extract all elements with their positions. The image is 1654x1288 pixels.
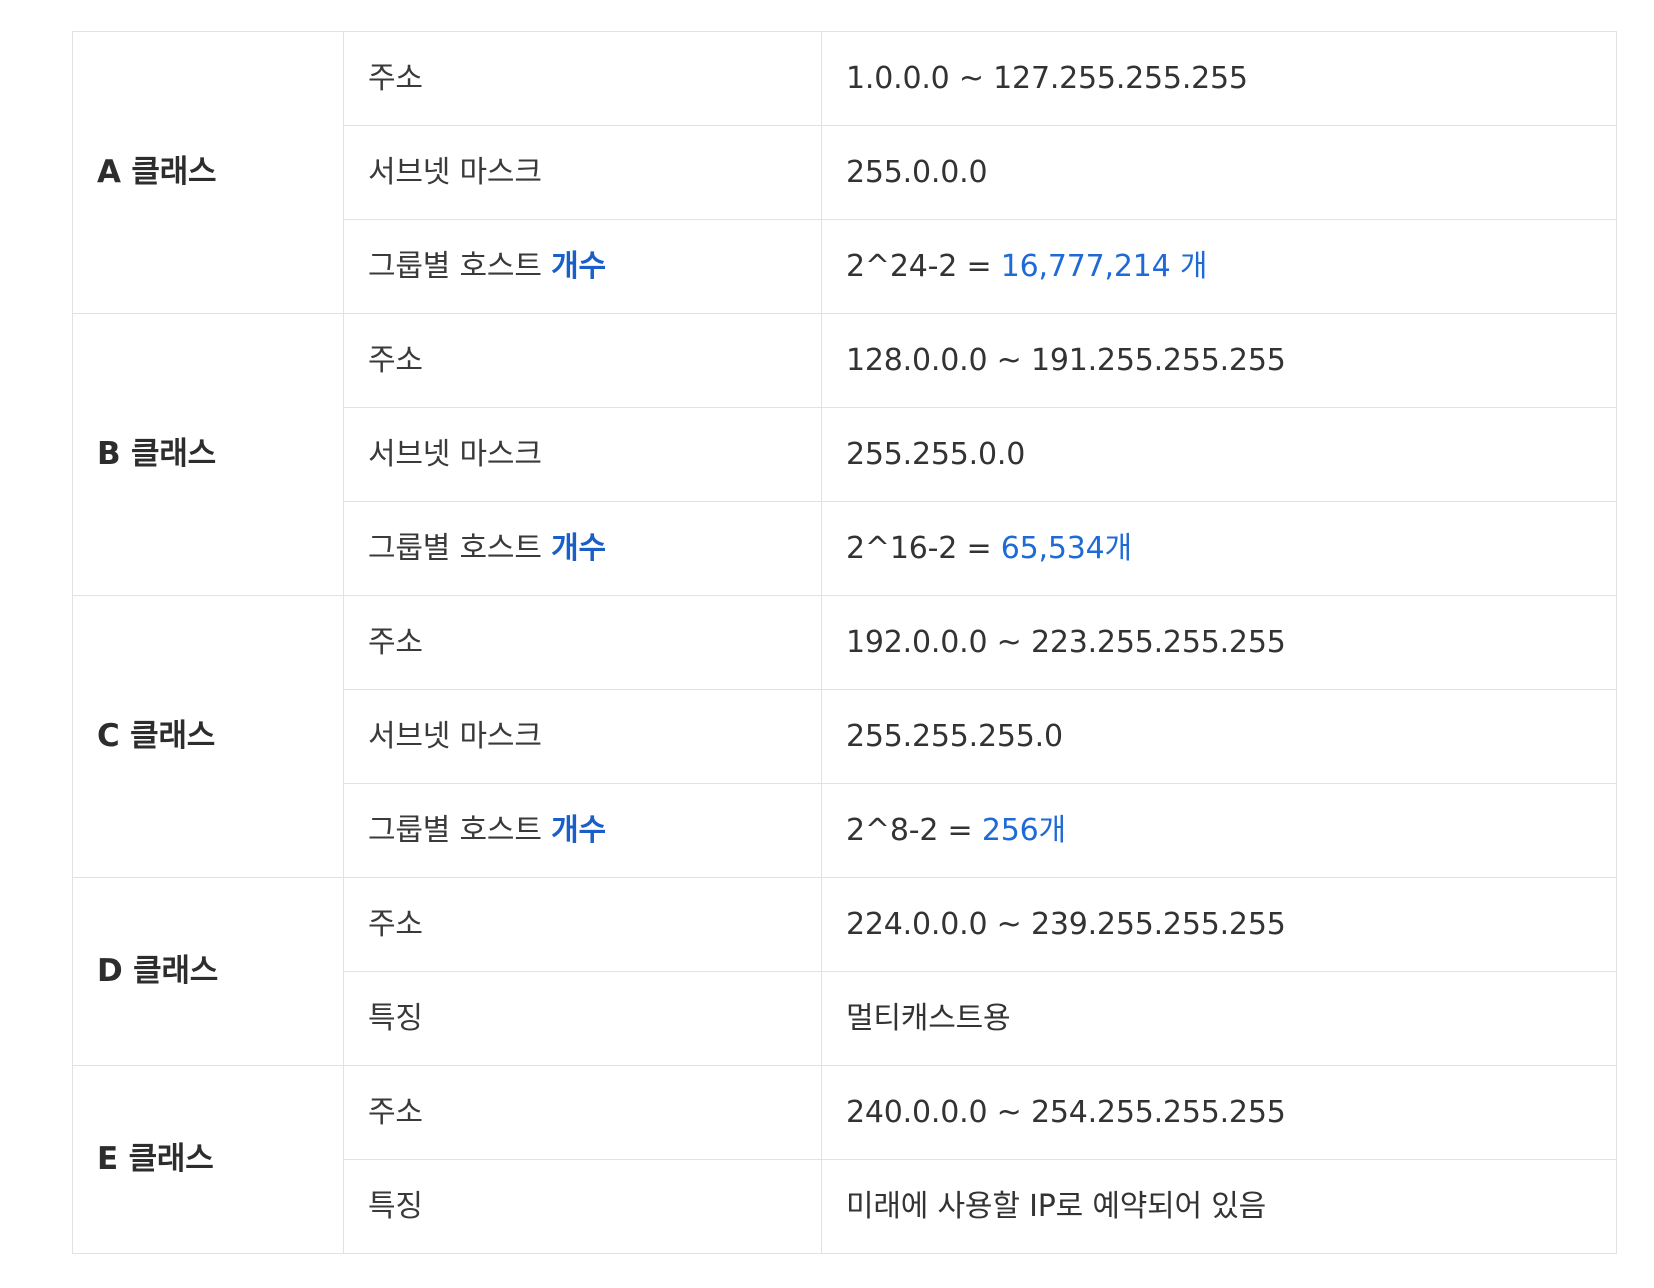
table-row: E 클래스 주소 240.0.0.0 ~ 254.255.255.255 <box>72 1065 1617 1254</box>
value-text: 2^24-2 = <box>846 248 1001 284</box>
row-value: 192.0.0.0 ~ 223.255.255.255 <box>821 595 1617 690</box>
table-row: D 클래스 주소 224.0.0.0 ~ 239.255.255.255 <box>72 877 1617 1066</box>
row-value: 255.255.255.0 <box>821 689 1617 784</box>
row-value: 멀티캐스트용 <box>821 971 1617 1066</box>
row-label: 주소 <box>343 31 822 126</box>
ip-class-table: A 클래스 주소 1.0.0.0 ~ 127.255.255.255 서브넷 마… <box>72 31 1617 1254</box>
row-label: 그룹별 호스트 개수 <box>343 219 822 314</box>
label-text: 그룹별 호스트 <box>368 530 542 566</box>
row-value: 255.255.0.0 <box>821 407 1617 502</box>
row-value: 255.0.0.0 <box>821 125 1617 220</box>
label-text: 그룹별 호스트 <box>368 812 542 848</box>
value-text: 2^16-2 = <box>846 530 1001 566</box>
row-value: 240.0.0.0 ~ 254.255.255.255 <box>821 1065 1617 1160</box>
row-label: 특징 <box>343 971 822 1066</box>
row-label: 서브넷 마스크 <box>343 407 822 502</box>
class-name-b: B 클래스 <box>72 313 344 596</box>
row-value: 2^16-2 = 65,534개 <box>821 501 1617 596</box>
table-row: C 클래스 주소 192.0.0.0 ~ 223.255.255.255 <box>72 595 1617 878</box>
row-label: 그룹별 호스트 개수 <box>343 501 822 596</box>
value-text: 2^8-2 = <box>846 812 982 848</box>
class-name-a: A 클래스 <box>72 31 344 314</box>
table-row: B 클래스 주소 128.0.0.0 ~ 191.255.255.255 <box>72 313 1617 596</box>
row-label: 서브넷 마스크 <box>343 125 822 220</box>
class-name-c: C 클래스 <box>72 595 344 878</box>
value-accent: 16,777,214 개 <box>1000 248 1208 284</box>
row-label: 그룹별 호스트 개수 <box>343 783 822 878</box>
value-accent: 65,534개 <box>1000 530 1132 566</box>
row-label: 특징 <box>343 1159 822 1254</box>
row-value: 2^8-2 = 256개 <box>821 783 1617 878</box>
row-value: 224.0.0.0 ~ 239.255.255.255 <box>821 877 1617 972</box>
row-label: 주소 <box>343 877 822 972</box>
table-row: A 클래스 주소 1.0.0.0 ~ 127.255.255.255 <box>72 31 1617 314</box>
row-value: 128.0.0.0 ~ 191.255.255.255 <box>821 313 1617 408</box>
row-value: 1.0.0.0 ~ 127.255.255.255 <box>821 31 1617 126</box>
row-value: 2^24-2 = 16,777,214 개 <box>821 219 1617 314</box>
class-name-d: D 클래스 <box>72 877 344 1066</box>
label-accent: 개수 <box>551 530 606 566</box>
row-label: 주소 <box>343 313 822 408</box>
label-accent: 개수 <box>551 248 606 284</box>
class-name-e: E 클래스 <box>72 1065 344 1254</box>
label-accent: 개수 <box>551 812 606 848</box>
value-accent: 256개 <box>981 812 1066 848</box>
row-value: 미래에 사용할 IP로 예약되어 있음 <box>821 1159 1617 1254</box>
label-text: 그룹별 호스트 <box>368 248 542 284</box>
row-label: 주소 <box>343 595 822 690</box>
row-label: 서브넷 마스크 <box>343 689 822 784</box>
row-label: 주소 <box>343 1065 822 1160</box>
